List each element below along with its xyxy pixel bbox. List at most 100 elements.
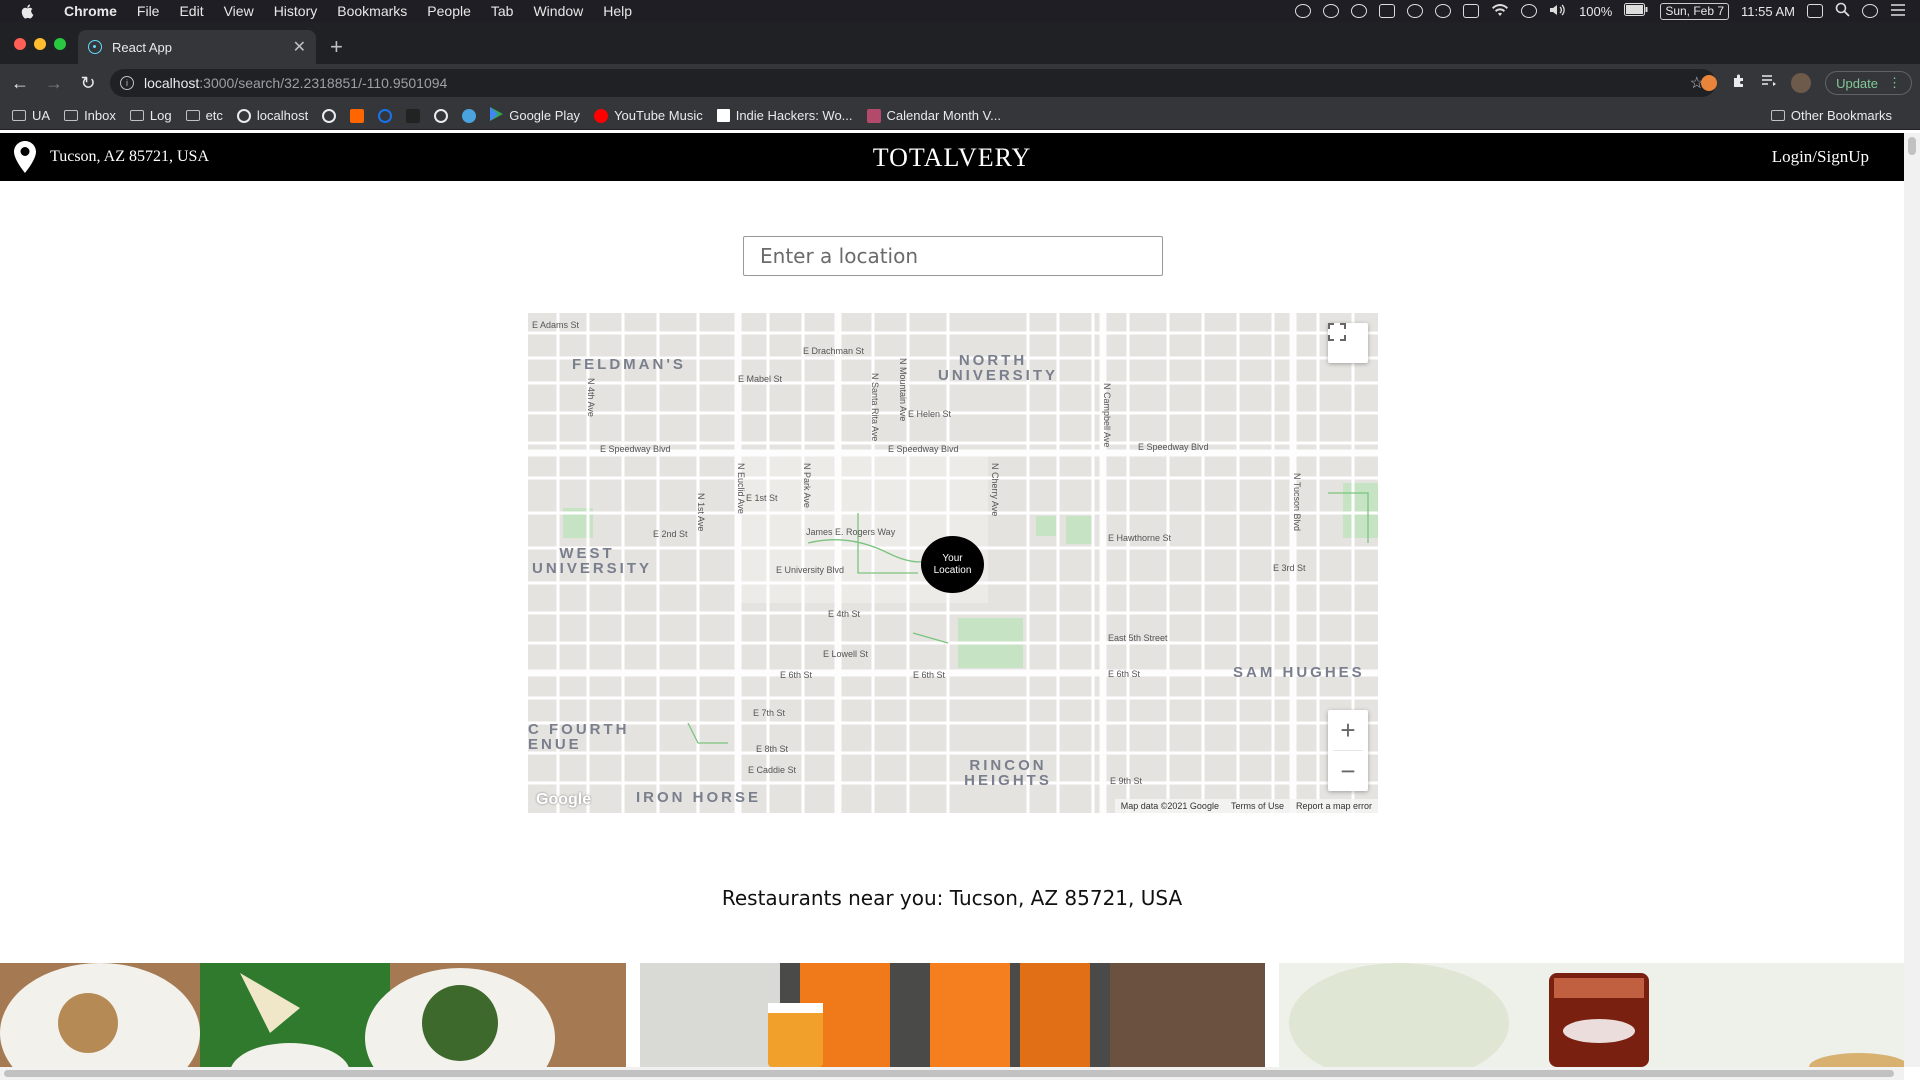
glasses-icon[interactable] [1379, 4, 1396, 18]
brand-logo[interactable]: TOTALVERY [0, 143, 1904, 173]
menu-window[interactable]: Window [523, 0, 593, 22]
extensions-puzzle-icon[interactable] [1731, 73, 1747, 94]
bookmark-dark[interactable] [406, 108, 421, 123]
map-label-street: N Campbell Ave [1102, 383, 1112, 448]
bookmark-folder-inbox[interactable]: Inbox [64, 108, 116, 123]
minimize-window-button[interactable] [34, 38, 46, 50]
login-signup-link[interactable]: Login/SignUp [1772, 147, 1869, 167]
bookmark-folder-ua[interactable]: UA [12, 108, 50, 123]
bookmark-google-play[interactable]: Google Play [490, 107, 580, 124]
menu-view[interactable]: View [214, 0, 264, 22]
bookmark-fish[interactable] [462, 108, 477, 123]
bookmark-globe[interactable] [322, 108, 337, 123]
restaurant-card-image [640, 963, 1265, 1067]
your-location-marker[interactable]: Your Location [921, 536, 984, 593]
bookmark-indie-hackers[interactable]: Indie Hackers: Wo... [716, 108, 853, 123]
reading-list-icon[interactable] [1761, 74, 1777, 93]
tab-close-icon[interactable]: ✕ [293, 37, 306, 57]
url-host: localhost [144, 75, 200, 91]
map-label-street: E Caddie St [748, 765, 797, 775]
map-label-street: N Tucson Blvd [1292, 473, 1302, 532]
menubar-date[interactable]: Sun, Feb 7 [1660, 2, 1730, 20]
battery-icon[interactable] [1624, 3, 1648, 19]
more-menu-icon[interactable]: ⋮ [1888, 75, 1901, 91]
restaurants-heading: Restaurants near you: Tucson, AZ 85721, … [721, 886, 1183, 910]
calendar-icon [866, 108, 881, 123]
siri-icon[interactable] [1862, 4, 1878, 18]
cloud-icon[interactable] [1323, 4, 1340, 18]
map-label-feldmans: FELDMAN'S [572, 356, 686, 373]
map-label-street: E 4th St [828, 609, 861, 619]
bookmark-folder-log[interactable]: Log [129, 108, 172, 123]
bookmark-calendar[interactable]: Calendar Month V... [866, 108, 1001, 123]
bookmark-label: localhost [256, 108, 309, 123]
bookmark-label: UA [32, 108, 51, 123]
menu-help[interactable]: Help [593, 0, 642, 22]
status-icon[interactable] [1295, 4, 1312, 18]
control-center-icon[interactable] [1890, 3, 1906, 20]
bookmark-youtube-music[interactable]: YouTube Music [594, 108, 703, 123]
zoom-in-button[interactable]: + [1328, 710, 1368, 750]
folder-icon [64, 110, 79, 121]
menu-tab[interactable]: Tab [481, 0, 524, 22]
close-window-button[interactable] [14, 38, 26, 50]
creative-cloud-icon[interactable] [1435, 4, 1452, 18]
page-vertical-scrollbar[interactable] [1904, 133, 1920, 1067]
menu-people[interactable]: People [417, 0, 481, 22]
browser-toolbar: ← → ↻ i localhost:3000/search/32.2318851… [0, 64, 1920, 102]
google-logo[interactable]: Google [536, 791, 591, 809]
keyboard-input-icon[interactable] [1463, 4, 1480, 18]
cookie-extension-icon[interactable] [1701, 75, 1718, 91]
restaurant-card[interactable] [1279, 963, 1904, 1067]
update-button[interactable]: Update ⋮ [1825, 71, 1912, 95]
droplet-icon[interactable] [1351, 4, 1368, 18]
bluetooth-icon[interactable] [1521, 4, 1538, 18]
location-search-input[interactable] [743, 236, 1163, 276]
menu-bookmarks[interactable]: Bookmarks [327, 0, 417, 22]
menu-app-chrome[interactable]: Chrome [52, 0, 127, 22]
map-fullscreen-button[interactable] [1328, 323, 1368, 363]
map-label-street: E Speedway Blvd [1138, 442, 1209, 452]
map[interactable]: FELDMAN'S NORTH UNIVERSITY WEST UNIVERSI… [528, 313, 1378, 813]
bookmark-blue-ring[interactable] [378, 108, 393, 123]
spotlight-search-icon[interactable] [1835, 2, 1850, 20]
address-bar[interactable]: i localhost:3000/search/32.2318851/-110.… [110, 69, 1716, 97]
menu-file[interactable]: File [127, 0, 170, 22]
menubar-time[interactable]: 11:55 AM [1741, 4, 1795, 19]
maximize-window-button[interactable] [54, 38, 66, 50]
bookmark-folder-etc[interactable]: etc [185, 108, 223, 123]
restaurant-card[interactable] [640, 963, 1265, 1067]
menu-edit[interactable]: Edit [169, 0, 213, 22]
apple-icon[interactable] [20, 3, 36, 19]
browser-tab-active[interactable]: React App ✕ [78, 30, 316, 64]
eye-icon[interactable] [1407, 4, 1424, 18]
zoom-out-button[interactable]: − [1328, 751, 1368, 791]
display-icon[interactable] [1807, 4, 1823, 18]
map-label-street: E Speedway Blvd [888, 444, 959, 454]
map-label-street: E 6th St [913, 670, 946, 680]
bookmark-globe-2[interactable] [434, 108, 449, 123]
wifi-icon[interactable] [1491, 3, 1509, 20]
forward-arrow-icon[interactable]: → [40, 69, 68, 97]
bookmark-ycombinator[interactable] [350, 108, 365, 123]
map-terms-link[interactable]: Terms of Use [1231, 801, 1284, 811]
restaurant-card-image [0, 963, 626, 1067]
back-arrow-icon[interactable]: ← [6, 69, 34, 97]
bookmark-label: YouTube Music [614, 108, 703, 123]
map-label-street: James E. Rogers Way [806, 527, 896, 537]
fullscreen-icon [1328, 323, 1346, 341]
volume-icon[interactable] [1549, 3, 1567, 20]
youtube-music-icon [594, 108, 609, 123]
page-horizontal-scrollbar[interactable] [0, 1067, 1904, 1080]
profile-avatar[interactable] [1791, 73, 1812, 93]
map-report-error-link[interactable]: Report a map error [1296, 801, 1372, 811]
restaurant-card[interactable] [0, 963, 626, 1067]
menu-history[interactable]: History [264, 0, 328, 22]
reload-icon[interactable]: ↻ [74, 69, 102, 97]
site-info-icon[interactable]: i [120, 76, 134, 90]
new-tab-button[interactable]: + [330, 36, 343, 58]
other-bookmarks[interactable]: Other Bookmarks [1770, 108, 1892, 123]
bookmark-localhost[interactable]: localhost [236, 108, 309, 123]
map-label-street: N Cherry Ave [990, 463, 1000, 517]
bookmark-label: Indie Hackers: Wo... [735, 108, 853, 123]
